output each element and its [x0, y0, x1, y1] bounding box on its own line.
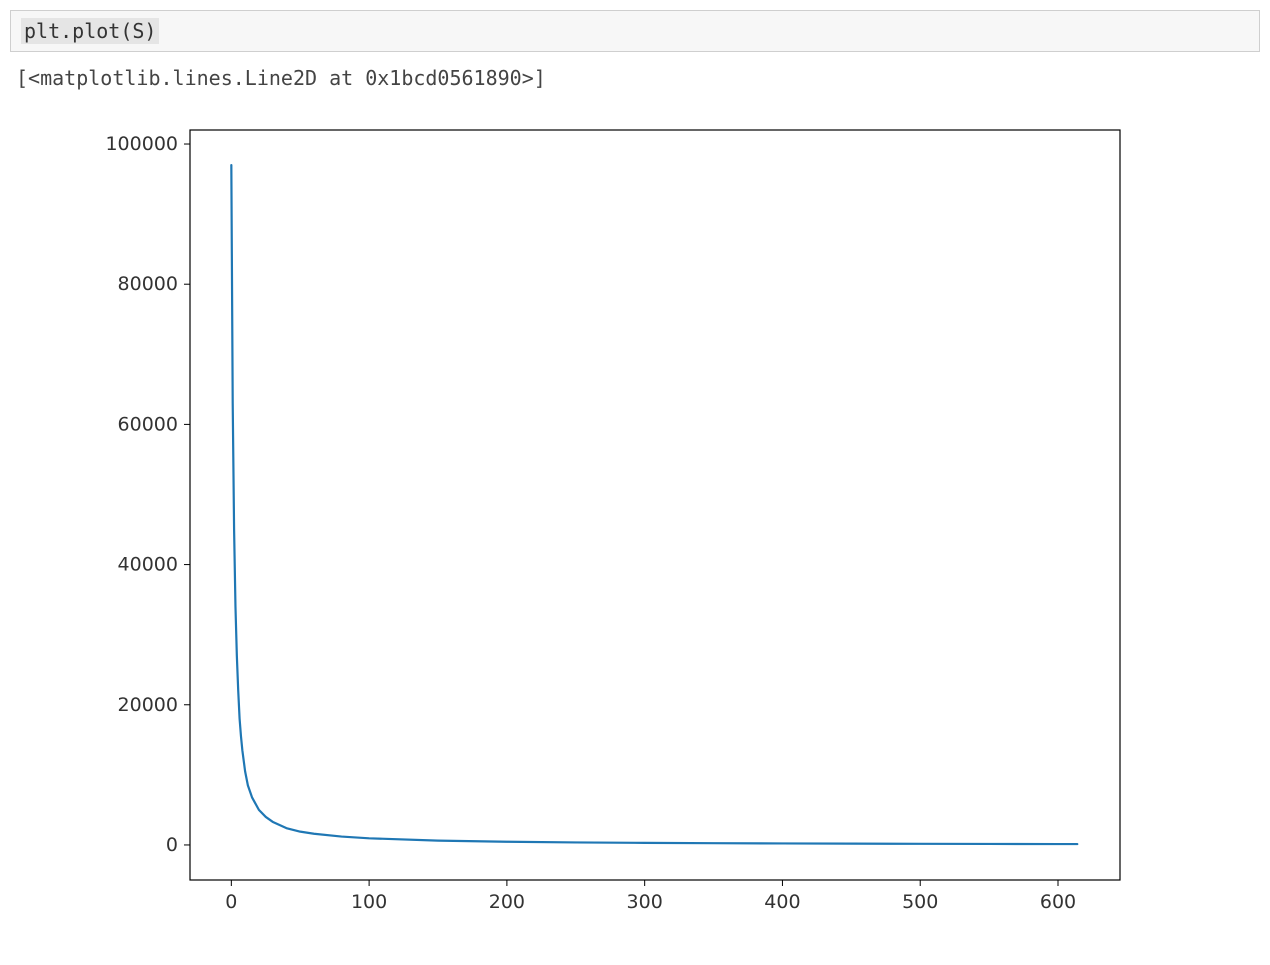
y-tick-label: 80000 — [118, 273, 178, 295]
y-tick-label: 20000 — [118, 694, 178, 716]
code-text: plt.plot(S) — [21, 18, 159, 44]
x-tick-label: 400 — [764, 891, 800, 913]
chart-figure: 0 100 200 300 400 500 600 0 20000 40000 60000 80000… — [10, 106, 1260, 940]
series-line — [231, 165, 1077, 844]
output-text: [<matplotlib.lines.Line2D at 0x1bcd05618… — [10, 66, 1260, 106]
x-tick-label: 500 — [902, 891, 938, 913]
x-tick-label: 300 — [627, 891, 663, 913]
y-tick-label: 40000 — [118, 554, 178, 576]
y-tick-label: 60000 — [118, 413, 178, 435]
chart-svg: 0 100 200 300 400 500 600 0 20000 40000 60000 80000… — [20, 110, 1140, 930]
x-tick-label: 0 — [225, 891, 237, 913]
y-tick-label: 100000 — [105, 133, 178, 155]
code-cell[interactable]: plt.plot(S) — [10, 10, 1260, 52]
x-tick-label: 200 — [489, 891, 525, 913]
x-tick-label: 100 — [351, 891, 387, 913]
x-tick-label: 600 — [1040, 891, 1076, 913]
y-tick-label: 0 — [166, 834, 178, 856]
